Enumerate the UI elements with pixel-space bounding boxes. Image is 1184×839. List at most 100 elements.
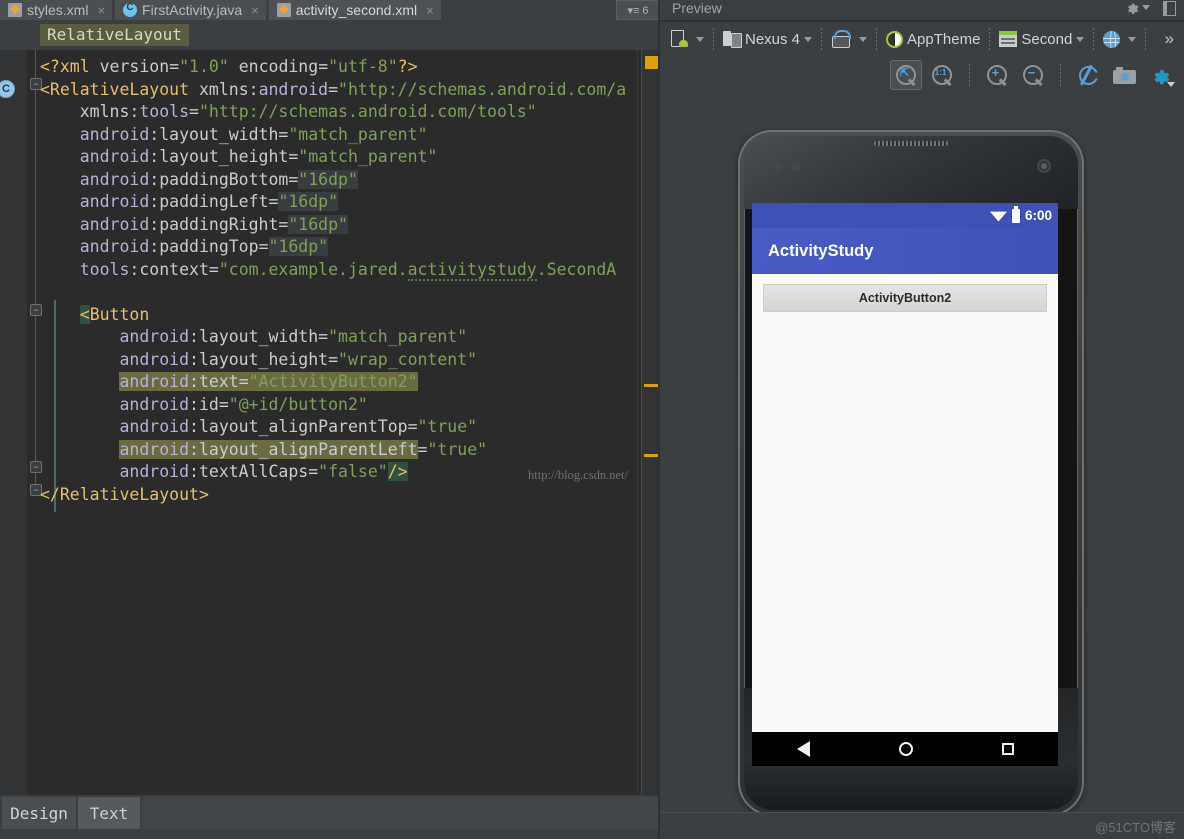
zoom-to-fit-button[interactable]: ⇱ [890, 60, 922, 90]
code-editor[interactable]: C − − − − <?xml version="1.0" encoding="… [0, 50, 660, 795]
toolbar-overflow-button[interactable]: » [1165, 29, 1174, 49]
editor-mode-tabs: Design Text [0, 795, 660, 839]
chevron-down-icon [1167, 82, 1175, 87]
chevron-down-icon [696, 36, 704, 42]
editor-gutter[interactable] [0, 50, 27, 795]
theme-dropdown[interactable]: AppTheme [886, 30, 981, 48]
code-line: <RelativeLayout xmlns:android="http://sc… [40, 79, 627, 99]
device-screen[interactable]: 6:00 ActivityStudy ActivityButton2 [752, 203, 1058, 732]
recents-nav-icon[interactable] [1001, 743, 1014, 755]
preview-settings-gear-button[interactable] [1144, 60, 1176, 90]
device-dropdown[interactable]: Nexus 4 [723, 30, 813, 48]
editor-panel: styles.xml × FirstActivity.java × activi… [0, 0, 660, 839]
code-line: android:layout_alignParentLeft="true" [119, 439, 488, 459]
home-nav-icon[interactable] [898, 742, 913, 756]
toolbar-separator [989, 28, 991, 50]
code-line: android:layout_height="wrap_content" [40, 349, 478, 369]
toolbar-separator [1145, 28, 1147, 50]
back-nav-icon[interactable] [796, 741, 810, 757]
file-tab-label: styles.xml [27, 2, 89, 18]
file-tab-bar: styles.xml × FirstActivity.java × activi… [0, 0, 660, 20]
zoom-out-label: − [1027, 65, 1036, 80]
preview-settings-button[interactable] [1125, 0, 1150, 15]
status-bar-strip [0, 831, 660, 839]
close-icon[interactable]: × [251, 4, 259, 17]
code-line: android:id="@+id/button2" [40, 394, 368, 414]
orientation-icon [831, 30, 852, 48]
preview-button-widget[interactable]: ActivityButton2 [763, 284, 1047, 312]
activity-label: Second [1021, 30, 1073, 48]
zoom-in-button[interactable]: + [981, 60, 1013, 90]
layout-content-area[interactable]: ActivityButton2 [752, 274, 1058, 732]
globe-icon [1103, 30, 1121, 48]
android-document-icon [670, 30, 688, 48]
code-line: <?xml version="1.0" encoding="utf-8"?> [40, 57, 418, 76]
android-nav-bar [752, 732, 1058, 766]
zoom-in-icon: + [986, 64, 1008, 86]
file-tab-firstactivity-java[interactable]: FirstActivity.java × [115, 0, 266, 20]
inspection-status-marker[interactable] [645, 56, 658, 69]
preview-config-toolbar: Nexus 4 AppTheme Second » [660, 22, 1184, 56]
preview-panel: Preview Nexus 4 AppTheme Second » ⇱ 1:1 … [660, 0, 1184, 839]
close-icon[interactable]: × [97, 4, 105, 17]
speaker-grill [874, 141, 948, 146]
theme-label: AppTheme [907, 30, 981, 48]
close-icon[interactable]: × [426, 4, 434, 17]
code-line: android:paddingBottom="16dp" [40, 169, 358, 189]
page-watermark: @51CTO博客 [1095, 820, 1176, 835]
ide-window: styles.xml × FirstActivity.java × activi… [0, 0, 1184, 839]
tab-overflow-button[interactable]: ▾≡ 6 [616, 0, 660, 20]
code-line: android:layout_alignParentTop="true" [40, 417, 478, 436]
code-watermark: http://blog.csdn.net/ [528, 468, 628, 482]
device-icon [723, 30, 742, 48]
xml-file-icon [8, 3, 22, 17]
code-line: android:paddingLeft="16dp" [40, 192, 339, 211]
warning-marker[interactable] [644, 454, 659, 457]
front-camera [1037, 159, 1051, 173]
locale-dropdown[interactable] [1103, 30, 1137, 48]
zoom-actual-size-button[interactable]: 1:1 [926, 60, 958, 90]
toolbar-separator [713, 28, 714, 50]
code-line: <Button [79, 304, 150, 324]
zoom-actual-size-icon: 1:1 [931, 64, 953, 86]
code-line: android:text="ActivityButton2" [119, 372, 418, 391]
code-line: </RelativeLayout> [40, 484, 209, 504]
file-tab-styles-xml[interactable]: styles.xml × [0, 0, 113, 20]
toolbar-separator [821, 28, 823, 50]
preview-panel-title: Preview [672, 0, 722, 16]
toolbar-separator [969, 64, 970, 86]
screenshot-button[interactable] [1108, 60, 1140, 90]
proximity-sensor [774, 162, 783, 171]
android-status-bar: 6:00 [752, 203, 1058, 228]
theme-icon [886, 30, 904, 48]
toolbar-separator [1093, 28, 1095, 50]
battery-icon [1011, 206, 1020, 223]
device-config-dropdown[interactable] [670, 30, 704, 48]
fold-guide-line [35, 50, 36, 490]
breadcrumb-row: RelativeLayout [0, 20, 660, 50]
file-tab-activity-second-xml[interactable]: activity_second.xml × [268, 0, 441, 20]
tab-design[interactable]: Design [2, 797, 76, 829]
screenshot-camera-icon [1112, 66, 1136, 84]
hide-panel-icon[interactable] [1163, 1, 1176, 16]
preview-canvas[interactable]: 6:00 ActivityStudy ActivityButton2 [660, 94, 1184, 816]
code-line: android:paddingRight="16dp" [40, 214, 348, 234]
chevron-down-icon [1128, 36, 1137, 42]
java-file-icon [123, 2, 138, 17]
tab-text[interactable]: Text [78, 797, 140, 829]
device-top-bezel [744, 136, 1078, 209]
refresh-button[interactable] [1072, 60, 1104, 90]
status-bar-clock: 6:00 [1024, 208, 1052, 223]
code-line: android:paddingTop="16dp" [40, 237, 329, 256]
breadcrumb[interactable]: RelativeLayout [40, 24, 189, 46]
zoom-out-button[interactable]: − [1017, 60, 1049, 90]
orientation-dropdown[interactable] [831, 30, 868, 48]
activity-dropdown[interactable]: Second [999, 30, 1085, 48]
file-tab-label: FirstActivity.java [142, 2, 243, 18]
zoom-out-icon: − [1022, 64, 1044, 86]
file-tab-label: activity_second.xml [295, 2, 418, 18]
app-bar-title: ActivityStudy [768, 241, 874, 260]
warning-marker[interactable] [644, 384, 659, 387]
toolbar-separator [876, 28, 878, 50]
code-text[interactable]: <?xml version="1.0" encoding="utf-8"?> <R… [40, 56, 626, 506]
